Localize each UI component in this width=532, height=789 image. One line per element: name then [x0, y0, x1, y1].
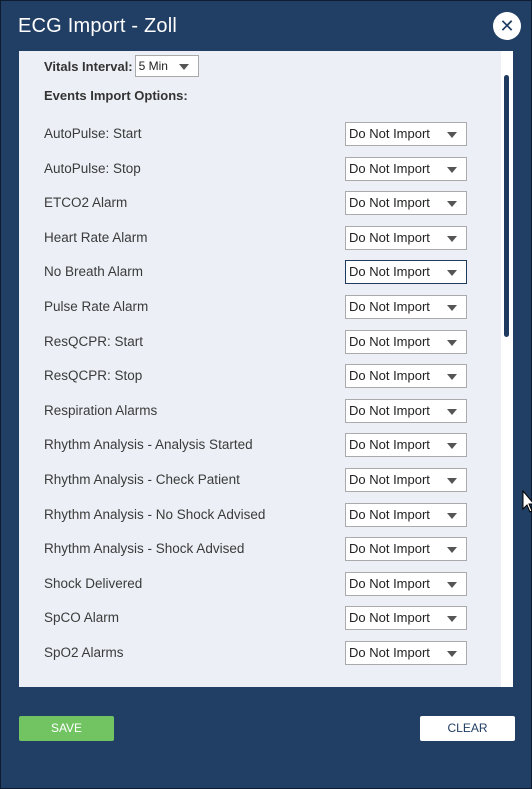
event-import-select[interactable]: Do Not Import: [345, 606, 467, 630]
event-option-label: Rhythm Analysis - Analysis Started: [44, 437, 253, 452]
event-option-label: SpO2 Alarms: [44, 645, 124, 660]
chevron-down-icon: [447, 132, 457, 138]
chevron-down-icon: [447, 305, 457, 311]
event-option-row: AutoPulse: Start Do Not Import: [44, 122, 468, 146]
events-import-options-heading: Events Import Options:: [44, 88, 188, 103]
vitals-interval-select[interactable]: 5 Min: [134, 55, 199, 77]
event-import-value: Do Not Import: [349, 541, 430, 556]
event-import-select[interactable]: Do Not Import: [345, 330, 467, 354]
event-import-select[interactable]: Do Not Import: [345, 572, 467, 596]
event-option-row: Rhythm Analysis - Analysis Started Do Not…: [44, 433, 468, 457]
event-option-row: SpCO Alarm Do Not Import: [44, 606, 468, 630]
import-options-panel: Vitals Interval: 5 Min Events Import Opt…: [19, 51, 513, 687]
close-button[interactable]: ✕: [493, 12, 521, 40]
event-import-value: Do Not Import: [349, 334, 430, 349]
event-option-row: AutoPulse: Stop Do Not Import: [44, 157, 468, 181]
dialog-title: ECG Import - Zoll: [18, 15, 177, 37]
event-import-value: Do Not Import: [349, 299, 430, 314]
event-option-row: ETCO2 Alarm Do Not Import: [44, 191, 468, 215]
event-import-select[interactable]: Do Not Import: [345, 364, 467, 388]
save-button[interactable]: SAVE: [19, 716, 114, 741]
event-option-label: ResQCPR: Stop: [44, 368, 143, 383]
event-option-label: Shock Delivered: [44, 576, 143, 591]
event-option-row: SpO2 Alarms Do Not Import: [44, 641, 468, 665]
event-import-select[interactable]: Do Not Import: [345, 191, 467, 215]
chevron-down-icon: [447, 201, 457, 207]
event-option-label: Rhythm Analysis - No Shock Advised: [44, 507, 266, 522]
event-import-value: Do Not Import: [349, 403, 430, 418]
close-icon: ✕: [499, 16, 515, 36]
chevron-down-icon: [447, 478, 457, 484]
event-option-label: AutoPulse: Stop: [44, 161, 141, 176]
event-option-row: Respiration Alarms Do Not Import: [44, 399, 468, 423]
chevron-down-icon: [447, 651, 457, 657]
chevron-down-icon: [447, 547, 457, 553]
event-import-value: Do Not Import: [349, 645, 430, 660]
panel-scrollbar[interactable]: [501, 51, 513, 687]
vitals-interval-row: Vitals Interval: 5 Min: [44, 55, 199, 77]
event-import-select[interactable]: Do Not Import: [345, 503, 467, 527]
event-option-row: Rhythm Analysis - No Shock Advised Do Not…: [44, 503, 468, 527]
event-option-row: Rhythm Analysis - Shock Advised Do Not Im…: [44, 537, 468, 561]
chevron-down-icon: [447, 340, 457, 346]
event-option-row: No Breath Alarm Do Not Import: [44, 260, 468, 284]
chevron-down-icon: [447, 167, 457, 173]
scrollbar-thumb[interactable]: [504, 75, 509, 337]
event-option-label: No Breath Alarm: [44, 264, 144, 279]
event-import-select[interactable]: Do Not Import: [345, 295, 467, 319]
vitals-interval-value: 5 Min: [138, 59, 168, 73]
event-import-value: Do Not Import: [349, 610, 430, 625]
chevron-down-icon: [447, 443, 457, 449]
event-import-value: Do Not Import: [349, 507, 430, 522]
chevron-down-icon: [447, 236, 457, 242]
chevron-down-icon: [447, 582, 457, 588]
event-option-row: Rhythm Analysis - Check Patient Do Not Im…: [44, 468, 468, 492]
event-import-select[interactable]: Do Not Import: [345, 226, 467, 250]
vitals-interval-label: Vitals Interval:: [44, 58, 133, 74]
event-option-label: Pulse Rate Alarm: [44, 299, 149, 314]
event-option-row: ResQCPR: Stop Do Not Import: [44, 364, 468, 388]
event-option-label: ETCO2 Alarm: [44, 195, 128, 210]
event-import-value: Do Not Import: [349, 161, 430, 176]
event-option-row: Shock Delivered Do Not Import: [44, 572, 468, 596]
event-option-label: Heart Rate Alarm: [44, 230, 148, 245]
event-option-row: ResQCPR: Start Do Not Import: [44, 330, 468, 354]
ecg-import-dialog: ECG Import - Zoll ✕ Vitals Interval: 5 M…: [0, 0, 532, 789]
chevron-down-icon: [447, 513, 457, 519]
event-import-select[interactable]: Do Not Import: [345, 157, 467, 181]
event-import-value: Do Not Import: [349, 576, 430, 591]
event-import-value: Do Not Import: [349, 264, 430, 279]
clear-button[interactable]: CLEAR: [420, 716, 515, 741]
event-import-value: Do Not Import: [349, 472, 430, 487]
event-option-row: Heart Rate Alarm Do Not Import: [44, 226, 468, 250]
event-import-value: Do Not Import: [349, 437, 430, 452]
chevron-down-icon: [447, 616, 457, 622]
event-import-select[interactable]: Do Not Import: [345, 641, 467, 665]
event-import-select[interactable]: Do Not Import: [345, 468, 467, 492]
event-option-label: SpCO Alarm: [44, 610, 120, 625]
event-option-label: Respiration Alarms: [44, 403, 158, 418]
chevron-down-icon: [447, 374, 457, 380]
event-import-select[interactable]: Do Not Import: [345, 399, 467, 423]
event-import-select[interactable]: Do Not Import: [345, 260, 467, 284]
event-import-select[interactable]: Do Not Import: [345, 537, 467, 561]
event-option-label: Rhythm Analysis - Check Patient: [44, 472, 240, 487]
chevron-down-icon: [447, 270, 457, 276]
chevron-down-icon: [447, 409, 457, 415]
event-option-label: Rhythm Analysis - Shock Advised: [44, 541, 245, 556]
event-import-value: Do Not Import: [349, 230, 430, 245]
event-option-label: ResQCPR: Start: [44, 334, 144, 349]
mouse-cursor-icon: [522, 490, 532, 513]
event-import-value: Do Not Import: [349, 126, 430, 141]
event-import-value: Do Not Import: [349, 368, 430, 383]
event-import-value: Do Not Import: [349, 195, 430, 210]
chevron-down-icon: [178, 64, 189, 70]
event-import-select[interactable]: Do Not Import: [345, 433, 467, 457]
event-import-select[interactable]: Do Not Import: [345, 122, 467, 146]
event-option-row: Pulse Rate Alarm Do Not Import: [44, 295, 468, 319]
event-option-label: AutoPulse: Start: [44, 126, 142, 141]
